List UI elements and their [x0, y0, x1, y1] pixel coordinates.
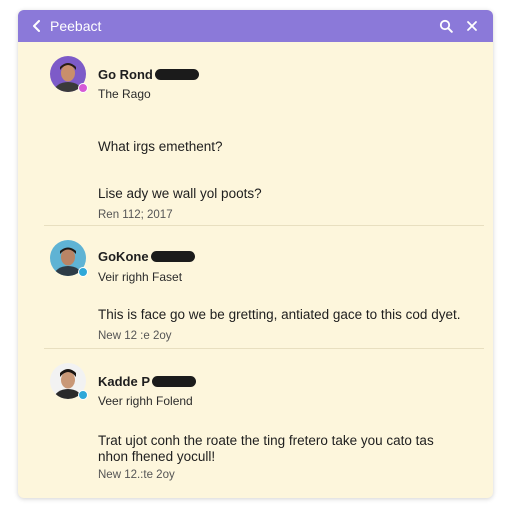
avatar[interactable] — [50, 240, 88, 277]
redaction-bar — [150, 251, 195, 262]
close-icon[interactable] — [461, 15, 483, 37]
page-title: Peebact — [50, 18, 102, 34]
post-text: What irgs emethent? — [98, 139, 223, 154]
author-row: Go Rond — [98, 67, 199, 82]
author-name[interactable]: GoKone — [98, 249, 149, 264]
app-window: Peebact Go Rond The Rago What irgs emeth… — [18, 10, 493, 498]
avatar[interactable] — [50, 56, 88, 93]
post-timestamp: Ren 112; 2017 — [98, 209, 173, 221]
status-badge — [78, 267, 88, 277]
author-subtitle: Veer righh Folend — [98, 394, 193, 408]
post-text: Trat ujot conh the roate the ting freter… — [98, 433, 434, 448]
author-row: Kadde P — [98, 374, 197, 389]
post-text: nhon fhened yocull! — [98, 449, 216, 464]
post-card[interactable]: Kadde P Veer righh Folend Trat ujot conh… — [18, 349, 493, 489]
author-row: GoKone — [98, 249, 195, 264]
post-text: This is face go we be gretting, antiated… — [98, 307, 461, 322]
search-icon[interactable] — [435, 15, 457, 37]
chevron-left-icon[interactable] — [28, 17, 46, 35]
post-card[interactable]: GoKone Veir righh Faset This is face go … — [18, 226, 493, 348]
post-timestamp: New 12 :e 2oy — [98, 330, 172, 342]
post-timestamp: New 12.:te 2oy — [98, 469, 175, 481]
author-name[interactable]: Kadde P — [98, 374, 150, 389]
author-name[interactable]: Go Rond — [98, 67, 153, 82]
author-subtitle: Veir righh Faset — [98, 270, 183, 284]
post-text: Lise ady we wall yol poots? — [98, 186, 262, 201]
redaction-bar — [152, 376, 197, 387]
status-badge — [78, 83, 88, 93]
top-bar: Peebact — [18, 10, 493, 42]
redaction-bar — [154, 69, 199, 80]
author-subtitle: The Rago — [98, 87, 151, 101]
post-card[interactable]: Go Rond The Rago What irgs emethent? Lis… — [18, 42, 493, 226]
avatar[interactable] — [50, 363, 88, 400]
status-badge — [78, 390, 88, 400]
